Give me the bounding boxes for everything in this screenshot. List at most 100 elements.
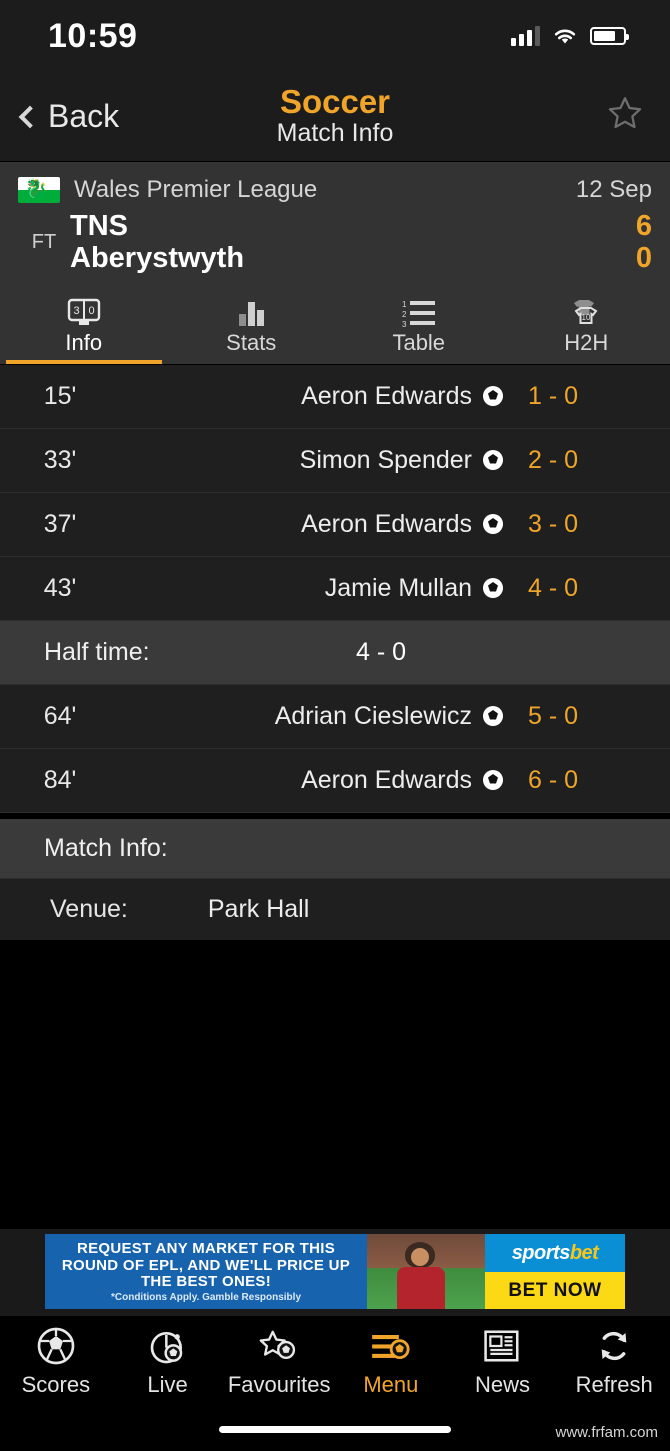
chevron-left-icon xyxy=(18,105,42,128)
bottom-navigation: Scores Live Favourites Menu News Refresh xyxy=(0,1314,670,1407)
event-minute: 33' xyxy=(43,445,77,474)
svg-text:3: 3 xyxy=(73,305,79,317)
away-team-name: Aberystwyth xyxy=(70,242,245,275)
jerseys-icon: 10 xyxy=(566,294,606,328)
event-minute: 43' xyxy=(43,573,77,602)
team-scores: 6 0 xyxy=(636,210,652,275)
svg-text:2: 2 xyxy=(402,310,407,319)
match-status: FT xyxy=(31,230,57,253)
league-row: 🐉 Wales Premier League 12 Sep xyxy=(18,172,652,208)
event-minute: 84' xyxy=(43,765,77,794)
event-minute: 37' xyxy=(43,509,77,538)
score-row: FT TNS Aberystwyth 6 0 xyxy=(18,210,652,275)
match-info-row: Venue: Park Hall xyxy=(0,878,670,941)
back-button[interactable]: Back xyxy=(0,98,119,135)
match-info-value: Park Hall xyxy=(207,894,310,923)
refresh-icon xyxy=(594,1324,634,1368)
nav-item-favourites-label: Favourites xyxy=(227,1372,331,1398)
soccer-ball-icon xyxy=(476,705,510,727)
tab-h2h-label: H2H xyxy=(564,330,609,356)
nav-item-live[interactable]: Live xyxy=(112,1324,224,1398)
bar-chart-icon xyxy=(234,294,268,328)
home-team-score: 6 xyxy=(635,210,652,242)
event-row[interactable]: 15' Aeron Edwards 1 - 0 xyxy=(0,364,670,429)
tab-h2h[interactable]: 10 H2H xyxy=(503,287,670,364)
soccer-ball-icon xyxy=(476,769,510,791)
event-row[interactable]: 43' Jamie Mullan 4 - 0 xyxy=(0,556,670,621)
svg-text:1: 1 xyxy=(402,300,407,309)
tab-stats-label: Stats xyxy=(226,330,277,356)
nav-item-refresh[interactable]: Refresh xyxy=(558,1324,670,1398)
event-row[interactable]: 84' Aeron Edwards 6 - 0 xyxy=(0,748,670,813)
event-score: 5 - 0 xyxy=(528,701,579,730)
advertisement-banner[interactable]: REQUEST ANY MARKET FOR THIS ROUND OF EPL… xyxy=(0,1228,670,1315)
nav-item-menu-label: Menu xyxy=(363,1372,419,1398)
status-time: 10:59 xyxy=(48,16,138,55)
wales-flag-icon: 🐉 xyxy=(18,177,60,203)
empty-space xyxy=(0,940,670,1229)
tab-table[interactable]: 1 2 3 Table xyxy=(335,287,503,364)
ad-line-3: THE BEST ONES! xyxy=(140,1273,272,1291)
home-indicator[interactable] xyxy=(219,1425,451,1433)
soccer-ball-icon xyxy=(476,577,510,599)
svg-text:0: 0 xyxy=(88,305,94,317)
nav-item-scores-label: Scores xyxy=(21,1372,91,1398)
star-outline-icon xyxy=(608,97,642,129)
tab-table-label: Table xyxy=(392,330,446,356)
signal-bars-icon xyxy=(511,26,540,46)
tab-info[interactable]: 3 0 Info xyxy=(0,287,168,364)
nav-item-scores[interactable]: Scores xyxy=(0,1324,112,1398)
event-score: 4 - 0 xyxy=(528,573,579,602)
half-time-score: 4 - 0 xyxy=(356,637,407,666)
newspaper-icon xyxy=(482,1324,524,1368)
nav-item-news[interactable]: News xyxy=(447,1324,559,1398)
status-icons xyxy=(511,26,629,46)
event-score: 3 - 0 xyxy=(528,509,579,538)
event-player: Aeron Edwards xyxy=(301,509,472,538)
tab-stats[interactable]: Stats xyxy=(168,287,336,364)
match-tabs: 3 0 Info Stats 1 2 3 Table 10 H2H xyxy=(0,286,670,365)
soccer-ball-icon xyxy=(476,449,510,471)
tab-info-label: Info xyxy=(65,330,103,356)
scoreboard-icon: 3 0 xyxy=(67,294,101,328)
event-row[interactable]: 37' Aeron Edwards 3 - 0 xyxy=(0,492,670,557)
app-screen: 10:59 Back Soccer Match Info 🐉 Wales Pre… xyxy=(0,0,670,1451)
ad-cta-button[interactable]: BET NOW xyxy=(485,1272,625,1310)
soccer-ball-icon xyxy=(476,513,510,535)
event-minute: 15' xyxy=(43,381,77,410)
nav-item-menu[interactable]: Menu xyxy=(335,1324,447,1398)
event-score: 1 - 0 xyxy=(528,381,579,410)
event-player: Simon Spender xyxy=(299,445,472,474)
ad-disclaimer: *Conditions Apply. Gamble Responsibly xyxy=(110,1292,302,1304)
league-name: Wales Premier League xyxy=(74,176,318,203)
event-player: Aeron Edwards xyxy=(301,381,472,410)
event-row[interactable]: 64' Adrian Cieslewicz 5 - 0 xyxy=(0,684,670,749)
status-bar: 10:59 xyxy=(0,0,670,72)
nav-bar: Back Soccer Match Info xyxy=(0,72,670,162)
soccer-ball-icon xyxy=(476,385,510,407)
home-team-name: TNS xyxy=(70,210,128,242)
events-list: 15' Aeron Edwards 1 - 0 33' Simon Spende… xyxy=(0,364,670,813)
match-date: 12 Sep xyxy=(575,176,652,203)
ad-brand-cta: sportsbet BET NOW xyxy=(485,1234,625,1310)
event-score: 2 - 0 xyxy=(528,445,579,474)
star-ball-icon xyxy=(257,1324,301,1368)
favourite-button[interactable] xyxy=(604,93,670,140)
ad-player-photo xyxy=(367,1234,485,1310)
ad-line-1: REQUEST ANY MARKET FOR THIS xyxy=(76,1239,336,1257)
event-row[interactable]: 33' Simon Spender 2 - 0 xyxy=(0,428,670,493)
ad-message: REQUEST ANY MARKET FOR THIS ROUND OF EPL… xyxy=(45,1234,367,1310)
ad-brand-part1: sports xyxy=(511,1241,571,1264)
event-player: Aeron Edwards xyxy=(301,765,472,794)
away-team-score: 0 xyxy=(635,242,652,275)
nav-item-news-label: News xyxy=(475,1372,531,1398)
nav-item-favourites[interactable]: Favourites xyxy=(223,1324,335,1398)
ad-line-2: ROUND OF EPL, AND WE'LL PRICE UP xyxy=(61,1256,351,1274)
match-header[interactable]: 🐉 Wales Premier League 12 Sep FT TNS Abe… xyxy=(0,162,670,287)
team-names: TNS Aberystwyth xyxy=(70,210,636,275)
numbered-list-icon: 1 2 3 xyxy=(401,294,437,328)
nav-item-refresh-label: Refresh xyxy=(575,1372,653,1398)
event-minute: 64' xyxy=(43,701,77,730)
battery-icon xyxy=(590,27,629,45)
soccer-ball-icon xyxy=(36,1324,76,1368)
